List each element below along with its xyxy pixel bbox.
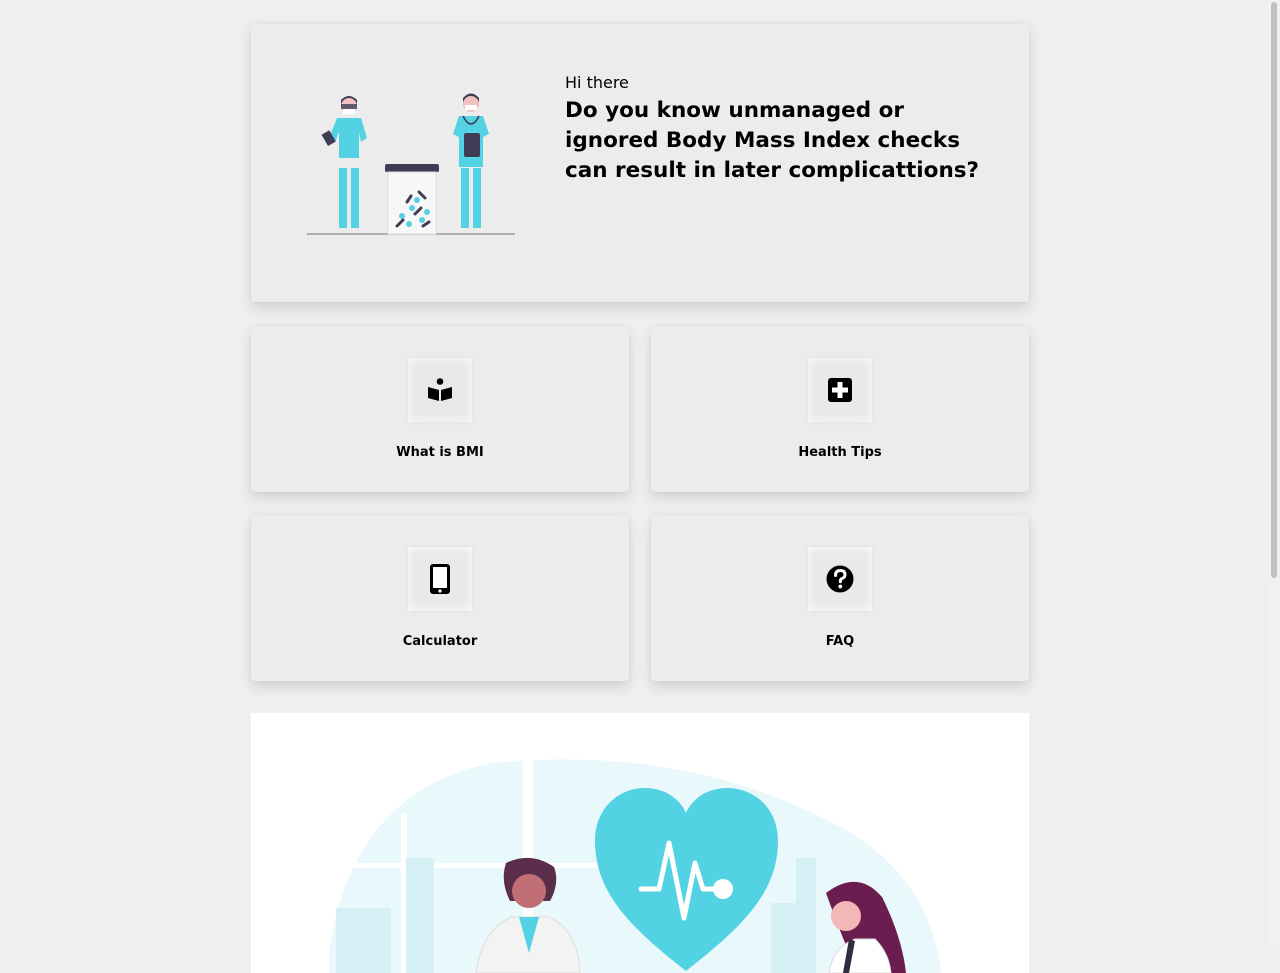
- card-icon-box: [808, 547, 872, 611]
- card-calculator[interactable]: Calculator: [251, 515, 629, 681]
- hero-headline: Do you know unmanaged or ignored Body Ma…: [565, 98, 980, 183]
- card-icon-box: [808, 358, 872, 422]
- card-label: Health Tips: [798, 445, 882, 460]
- card-label: Calculator: [402, 634, 478, 649]
- hero-banner: Hi there Do you know unmanaged or ignore…: [251, 24, 1029, 302]
- question-circle-icon: [826, 565, 854, 593]
- card-icon-box: [408, 547, 472, 611]
- card-icon-box: [408, 358, 472, 422]
- card-health-tips[interactable]: Health Tips: [651, 326, 1029, 492]
- card-label: What is BMI: [396, 445, 484, 460]
- page-scrollbar[interactable]: [1268, 0, 1280, 950]
- greeting-text: Hi there: [565, 73, 629, 92]
- nurses-illustration: [307, 93, 515, 235]
- mobile-phone-icon: [430, 564, 450, 594]
- doctors-illustration-panel: [251, 713, 1029, 973]
- medical-plus-icon: [828, 378, 852, 402]
- card-what-is-bmi[interactable]: What is BMI: [251, 326, 629, 492]
- hero-text: Hi there Do you know unmanaged or ignore…: [565, 74, 985, 186]
- card-label: FAQ: [825, 634, 855, 649]
- doctors-heart-illustration: [329, 759, 941, 973]
- scrollbar-thumb[interactable]: [1271, 2, 1277, 578]
- card-faq[interactable]: FAQ: [651, 515, 1029, 681]
- book-reader-icon: [428, 378, 452, 401]
